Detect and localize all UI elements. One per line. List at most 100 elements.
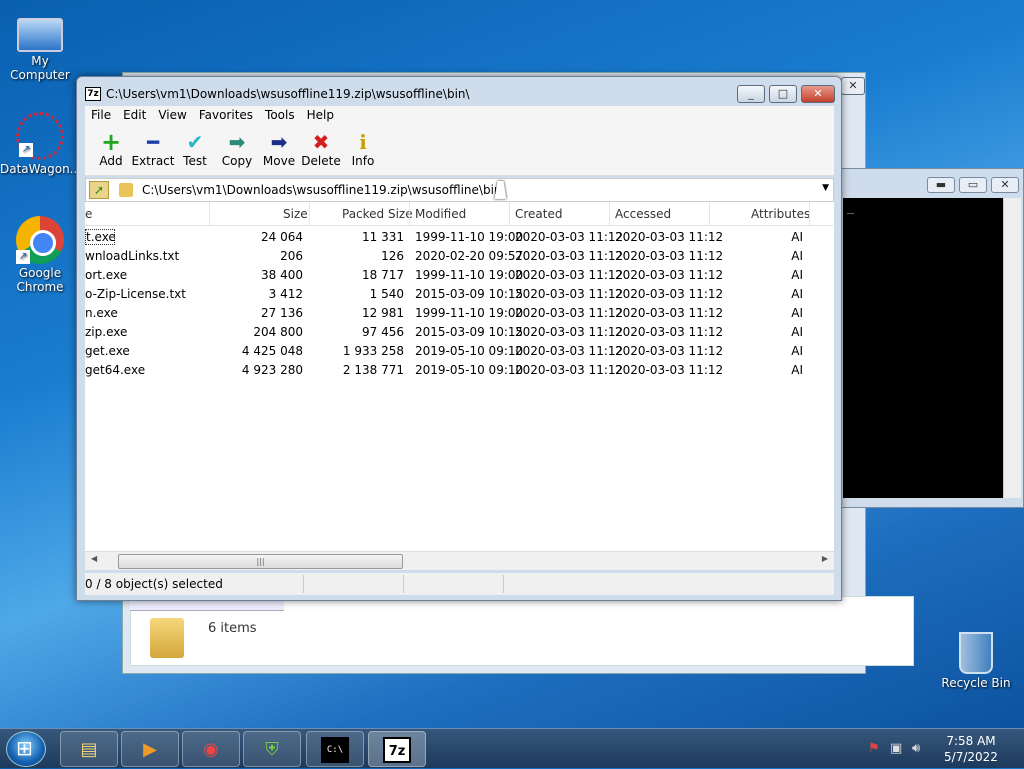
extract-icon: ━ bbox=[146, 130, 160, 154]
add-button[interactable]: + Add bbox=[89, 130, 133, 168]
window-titlebar[interactable]: 7z C:\Users\vm1\Downloads\wsusoffline119… bbox=[77, 77, 841, 107]
cell-attr: AI bbox=[791, 287, 803, 301]
taskbar-cmd-button[interactable]: C:\ bbox=[306, 731, 364, 767]
folder-up-icon[interactable]: ➚ bbox=[89, 181, 109, 199]
desktop-icon-my-computer[interactable]: My Computer bbox=[0, 10, 80, 82]
cell-size: 38 400 bbox=[261, 268, 303, 282]
maximize-button[interactable]: □ bbox=[769, 85, 797, 103]
clock[interactable]: 7:58 AM 5/7/2022 bbox=[938, 733, 1004, 765]
file-row[interactable]: get.exe 4 425 048 1 933 258 2019-05-10 09:1… bbox=[85, 342, 834, 361]
file-row[interactable]: o-Zip-License.txt 3 412 1 540 2015-03-09 10… bbox=[85, 285, 834, 304]
move-button[interactable]: ➡ Move bbox=[257, 130, 301, 168]
cell-name: o-Zip-License.txt bbox=[85, 287, 186, 301]
volume-icon[interactable]: 🔊︎ bbox=[912, 741, 920, 756]
column-separator[interactable] bbox=[309, 202, 310, 226]
action-center-flag-icon[interactable]: ⚑ bbox=[868, 741, 880, 756]
scroll-right-icon[interactable]: ▶ bbox=[822, 554, 828, 563]
menu-view[interactable]: View bbox=[152, 106, 192, 122]
cell-created: 2020-03-03 11:12 bbox=[515, 344, 624, 358]
column-separator[interactable] bbox=[509, 202, 510, 226]
cell-size: 206 bbox=[280, 249, 303, 263]
cell-attr: AI bbox=[791, 306, 803, 320]
test-button[interactable]: ✔ Test bbox=[173, 130, 217, 168]
cell-name: wnloadLinks.txt bbox=[85, 249, 180, 263]
cell-created: 2020-03-03 11:12 bbox=[515, 230, 624, 244]
file-row[interactable]: get64.exe 4 923 280 2 138 771 2019-05-10 09… bbox=[85, 361, 834, 380]
cell-created: 2020-03-03 11:12 bbox=[515, 306, 624, 320]
file-row[interactable]: zip.exe 204 800 97 456 2015-03-09 10:15 2020… bbox=[85, 323, 834, 342]
console-titlebar[interactable]: ▬ ▭ ✕ bbox=[841, 169, 1023, 199]
extract-button[interactable]: ━ Extract bbox=[131, 130, 175, 168]
column-separator[interactable] bbox=[209, 202, 210, 226]
column-separator[interactable] bbox=[609, 202, 610, 226]
taskbar-7zip-button[interactable]: 7z bbox=[368, 731, 426, 767]
horizontal-scrollbar[interactable]: ◀ ||| ▶ bbox=[85, 551, 834, 570]
start-button[interactable] bbox=[6, 731, 46, 767]
cell-size: 4 923 280 bbox=[241, 363, 303, 377]
column-separator[interactable] bbox=[709, 202, 710, 226]
console-output[interactable]: _ bbox=[843, 198, 1003, 498]
datawagon-icon: ↗ bbox=[16, 112, 64, 160]
cmd-icon: C:\ bbox=[321, 737, 349, 763]
cell-size: 24 064 bbox=[261, 230, 303, 244]
column-separator[interactable] bbox=[809, 202, 810, 226]
file-list[interactable]: e Size Packed Size Modified Created Acce… bbox=[85, 202, 834, 570]
desktop-icon-datawagon[interactable]: ↗ DataWagon... bbox=[0, 112, 81, 176]
menu-file[interactable]: File bbox=[85, 106, 117, 122]
clock-time: 7:58 AM bbox=[946, 734, 996, 748]
cell-name: get.exe bbox=[85, 344, 130, 358]
taskbar-chrome-button[interactable]: ◉ bbox=[182, 731, 240, 767]
cell-name: t.exe bbox=[85, 229, 116, 245]
console-window[interactable]: ▬ ▭ ✕ _ bbox=[840, 168, 1024, 508]
address-path[interactable]: C:\Users\vm1\Downloads\wsusoffline119.zi… bbox=[142, 183, 506, 197]
desktop-icon-recycle-bin[interactable]: Recycle Bin bbox=[936, 632, 1016, 690]
taskbar-media-player-button[interactable]: ▶ bbox=[121, 731, 179, 767]
file-row[interactable]: ort.exe 38 400 18 717 1999-11-10 19:00 2020-… bbox=[85, 266, 834, 285]
info-button[interactable]: i Info bbox=[341, 130, 385, 168]
bg-close-button[interactable]: ✕ bbox=[841, 77, 865, 95]
cell-accessed: 2020-03-03 11:12 bbox=[615, 287, 724, 301]
minimize-button[interactable]: _ bbox=[737, 85, 765, 103]
file-row[interactable]: n.exe 27 136 12 981 1999-11-10 19:00 2020-03… bbox=[85, 304, 834, 323]
chrome-icon: ◉ bbox=[203, 739, 219, 760]
folder-icon bbox=[119, 183, 133, 197]
cell-modified: 2019-05-10 09:10 bbox=[415, 363, 524, 377]
network-icon[interactable]: ▣ bbox=[890, 741, 902, 756]
taskbar-explorer-button[interactable]: ▤ bbox=[60, 731, 118, 767]
column-separator[interactable] bbox=[409, 202, 410, 226]
column-modified[interactable]: Modified bbox=[415, 207, 466, 221]
taskbar-security-button[interactable]: ⛨ bbox=[243, 731, 301, 767]
file-row[interactable]: wnloadLinks.txt 206 126 2020-02-20 09:57 202… bbox=[85, 247, 834, 266]
console-scrollbar[interactable] bbox=[1003, 198, 1021, 498]
desktop-icon-label: Recycle Bin bbox=[941, 676, 1011, 690]
column-accessed[interactable]: Accessed bbox=[615, 207, 671, 221]
chrome-icon: ↗ bbox=[16, 216, 64, 264]
scroll-left-icon[interactable]: ◀ bbox=[91, 554, 97, 563]
file-row[interactable]: t.exe 24 064 11 331 1999-11-10 19:00 2020-03… bbox=[85, 228, 834, 247]
cell-accessed: 2020-03-03 11:12 bbox=[615, 230, 724, 244]
column-created[interactable]: Created bbox=[515, 207, 563, 221]
cell-created: 2020-03-03 11:12 bbox=[515, 325, 624, 339]
column-packed-size[interactable]: Packed Size bbox=[342, 207, 413, 221]
menu-tools[interactable]: Tools bbox=[259, 106, 301, 122]
close-button[interactable]: ✕ bbox=[801, 85, 835, 103]
menu-favorites[interactable]: Favorites bbox=[193, 106, 259, 122]
address-bar[interactable]: ➚ C:\Users\vm1\Downloads\wsusoffline119.… bbox=[85, 178, 834, 202]
desktop-icon-google-chrome[interactable]: ↗ Google Chrome bbox=[0, 216, 80, 294]
test-icon: ✔ bbox=[186, 130, 204, 154]
7zip-window[interactable]: 7z C:\Users\vm1\Downloads\wsusoffline119… bbox=[76, 76, 842, 601]
console-close-button[interactable]: ✕ bbox=[991, 177, 1019, 193]
column-size[interactable]: Size bbox=[283, 207, 308, 221]
column-attributes[interactable]: Attributes bbox=[751, 207, 810, 221]
menu-help[interactable]: Help bbox=[301, 106, 340, 122]
delete-button[interactable]: ✖ Delete bbox=[299, 130, 343, 168]
folder-icon bbox=[150, 618, 184, 658]
chevron-down-icon[interactable]: ▼ bbox=[822, 183, 829, 193]
column-name[interactable]: e bbox=[85, 207, 92, 221]
cell-attr: AI bbox=[791, 325, 803, 339]
console-maximize-button[interactable]: ▭ bbox=[959, 177, 987, 193]
copy-button[interactable]: ➡ Copy bbox=[215, 130, 259, 168]
console-minimize-button[interactable]: ▬ bbox=[927, 177, 955, 193]
scrollbar-thumb[interactable]: ||| bbox=[118, 554, 403, 569]
menu-edit[interactable]: Edit bbox=[117, 106, 152, 122]
